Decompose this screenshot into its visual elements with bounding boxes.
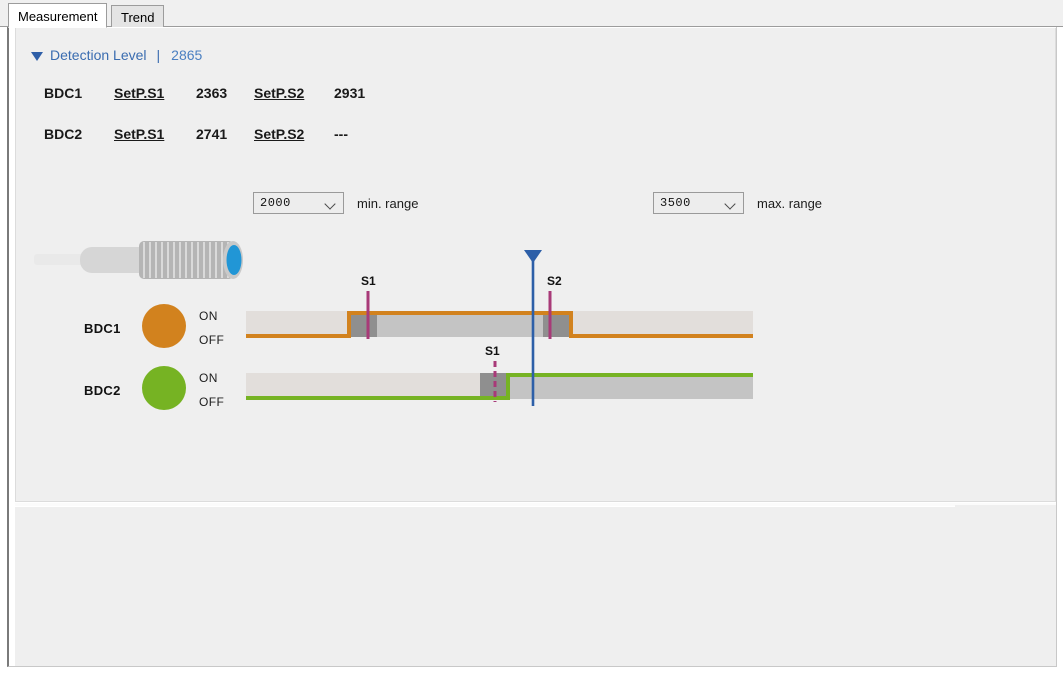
waveform-track-bdc1	[246, 311, 753, 338]
detection-level-value: 2865	[171, 47, 203, 63]
max-range-select[interactable]: 3500	[653, 192, 744, 214]
detection-level-header[interactable]: Detection Level | 2865	[31, 47, 202, 63]
marker-label-s2-bdc1: S2	[547, 274, 562, 288]
waveform-track-bdc2	[246, 373, 753, 400]
measurement-area: Detection Level | 2865 BDC1 SetP.S1 2363…	[15, 28, 1056, 502]
chevron-down-icon[interactable]	[326, 200, 335, 209]
setpoint-s2-label[interactable]: SetP.S2	[254, 85, 304, 101]
chevron-down-icon[interactable]	[726, 200, 735, 209]
state-off-label-bdc1: OFF	[199, 333, 225, 347]
detection-separator: |	[156, 47, 161, 63]
proximity-sensor-icon	[34, 241, 243, 279]
setpoint-row-bdc2: BDC2 SetP.S1 2741 SetP.S2 ---	[16, 126, 1055, 148]
tab-bar: Measurement Trend	[0, 0, 1063, 28]
lower-empty-panel	[15, 507, 1056, 666]
measurement-cursor	[524, 250, 542, 406]
setpoint-row-bdc1: BDC1 SetP.S1 2363 SetP.S2 2931	[16, 85, 1055, 107]
max-range-value: 3500	[660, 196, 691, 210]
min-range-caption: min. range	[357, 195, 419, 211]
state-on-label-bdc2: ON	[199, 371, 218, 385]
cursor-triangle-icon	[524, 250, 542, 263]
min-range-group: 2000 min. range	[253, 192, 418, 214]
setpoint-s1-value: 2363	[196, 85, 228, 101]
max-range-caption: max. range	[757, 195, 823, 211]
state-off-label-bdc2: OFF	[199, 395, 225, 409]
setpoint-s2-value: ---	[334, 126, 348, 142]
marker-label-s1-bdc2: S1	[485, 344, 500, 358]
content-panel: Detection Level | 2865 BDC1 SetP.S1 2363…	[7, 27, 1057, 667]
measurement-window: Measurement Trend Detection Level | 2865…	[0, 0, 1063, 674]
setpoint-channel-name: BDC2	[44, 126, 83, 142]
tab-trend[interactable]: Trend	[111, 5, 165, 27]
min-range-value: 2000	[260, 196, 291, 210]
state-on-label-bdc1: ON	[199, 309, 218, 323]
setpoint-s1-label[interactable]: SetP.S1	[114, 126, 164, 142]
detection-level-label: Detection Level	[50, 47, 147, 63]
channel-label-bdc2: BDC2	[84, 383, 121, 398]
collapse-triangle-icon[interactable]	[31, 51, 43, 61]
setpoint-s1-value: 2741	[196, 126, 228, 142]
status-led-bdc2	[142, 366, 186, 410]
setpoint-s2-value: 2931	[334, 85, 366, 101]
setpoint-s1-label[interactable]: SetP.S1	[114, 85, 164, 101]
status-led-bdc1	[142, 304, 186, 348]
tab-measurement[interactable]: Measurement	[8, 3, 108, 28]
min-range-select[interactable]: 2000	[253, 192, 344, 214]
setpoint-s2-label[interactable]: SetP.S2	[254, 126, 304, 142]
channel-label-bdc1: BDC1	[84, 321, 121, 336]
max-range-group: 3500 max. range	[653, 192, 822, 214]
panel-divider	[15, 503, 1056, 506]
setpoint-channel-name: BDC1	[44, 85, 83, 101]
marker-label-s1-bdc1: S1	[361, 274, 376, 288]
